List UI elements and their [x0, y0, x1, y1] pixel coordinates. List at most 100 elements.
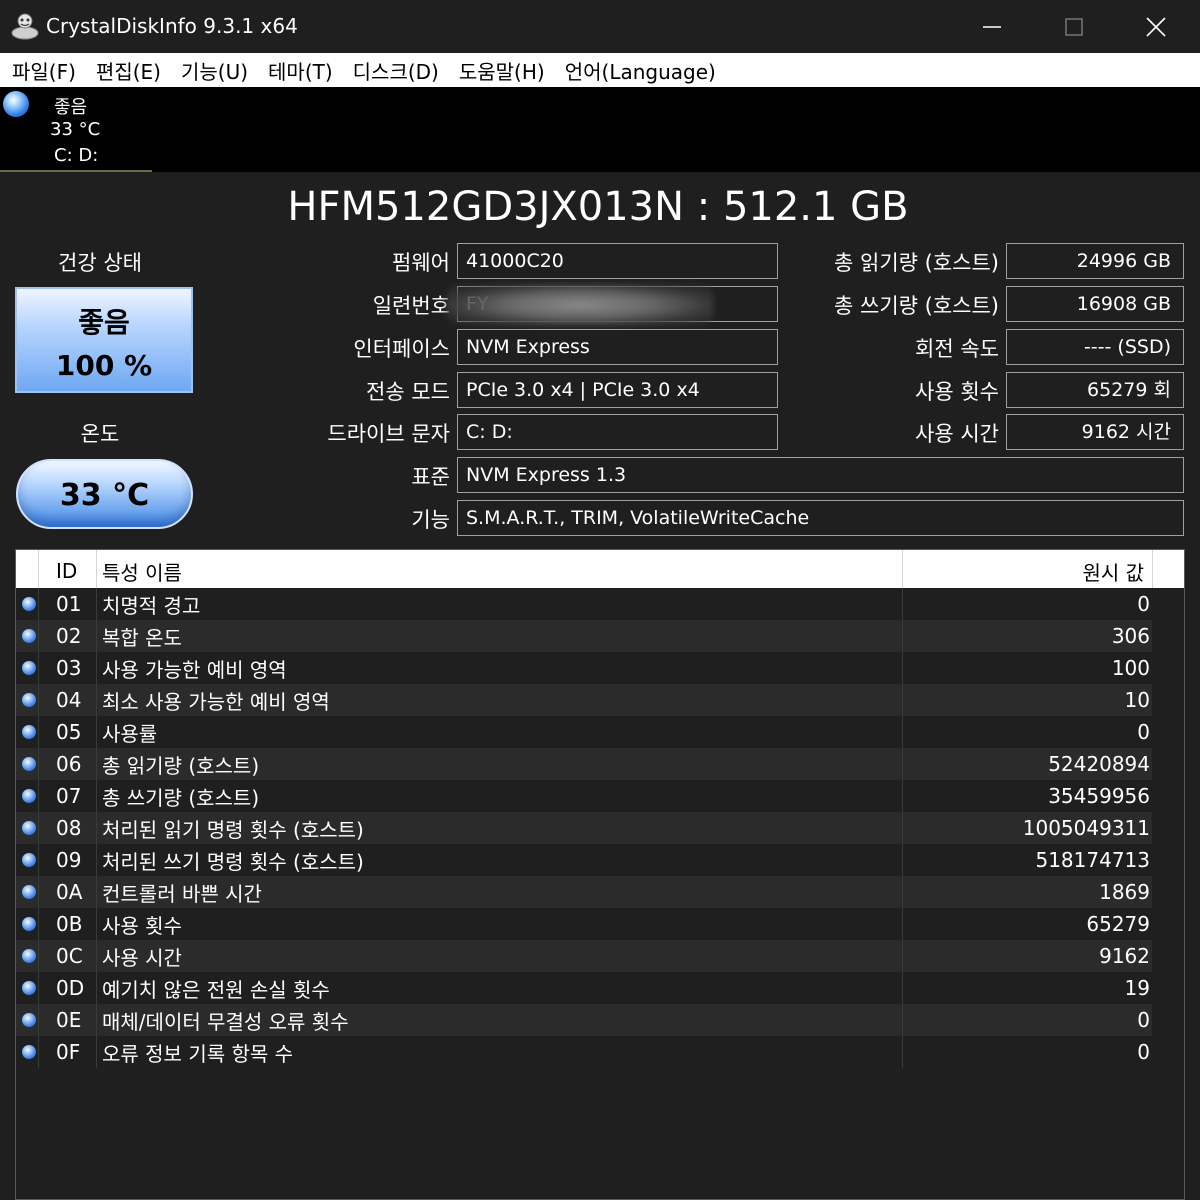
table-row[interactable]: 05 사용률 0 [16, 716, 1152, 748]
table-row[interactable]: 0A 컨트롤러 바쁜 시간 1869 [16, 876, 1152, 908]
table-row[interactable]: 06 총 읽기량 (호스트) 52420894 [16, 748, 1152, 780]
attribute-raw-value: 518174713 [1035, 848, 1150, 872]
drive-tab[interactable]: 좋음 33 °C C: D: [0, 87, 152, 172]
attribute-raw-value: 1869 [1099, 880, 1150, 904]
status-good-icon [22, 629, 36, 643]
table-row[interactable]: 0E 매체/데이터 무결성 오류 횟수 0 [16, 1004, 1152, 1036]
maximize-button[interactable] [1034, 0, 1114, 53]
drive-tab-temperature: 33 °C [50, 119, 101, 140]
status-good-icon [22, 917, 36, 931]
attribute-raw-value: 65279 [1086, 912, 1150, 936]
header-id[interactable]: ID [56, 559, 77, 583]
attribute-name: 예기치 않은 전원 손실 횟수 [102, 978, 330, 1002]
attribute-name: 총 쓰기량 (호스트) [102, 786, 260, 810]
minimize-icon [983, 25, 1001, 28]
close-icon [1146, 16, 1166, 37]
attribute-raw-value: 306 [1111, 624, 1150, 648]
table-row[interactable]: 0F 오류 정보 기록 항목 수 0 [16, 1036, 1152, 1068]
minimize-button[interactable] [952, 0, 1032, 53]
standard-value: NVM Express 1.3 [457, 457, 1184, 493]
attribute-raw-value: 10 [1124, 688, 1150, 712]
attribute-name: 처리된 쓰기 명령 횟수 (호스트) [102, 850, 364, 874]
table-row[interactable]: 02 복합 온도 306 [16, 620, 1152, 652]
status-good-icon [22, 597, 36, 611]
rotation-value: ---- (SSD) [1006, 329, 1184, 365]
menu-file[interactable]: 파일(F) [4, 56, 86, 85]
status-good-icon [22, 821, 36, 835]
attribute-id: 08 [56, 816, 82, 840]
status-good-icon [22, 949, 36, 963]
status-good-icon [22, 1045, 36, 1059]
attribute-id: 09 [56, 848, 82, 872]
smart-table[interactable]: ID 특성 이름 원시 값 01 치명적 경고 0 02 복합 온도 306 03 사용 가능… [15, 549, 1185, 1200]
attribute-name: 컨트롤러 바쁜 시간 [102, 882, 262, 906]
attribute-raw-value: 100 [1111, 656, 1150, 680]
menu-edit[interactable]: 편집(E) [86, 56, 171, 85]
smart-table-header: ID 특성 이름 원시 값 [16, 550, 1184, 588]
menu-bar: 파일(F) 편집(E) 기능(U) 테마(T) 디스크(D) 도움말(H) 언어… [0, 53, 1200, 87]
attribute-name: 사용률 [102, 722, 158, 746]
table-row[interactable]: 07 총 쓰기량 (호스트) 35459956 [16, 780, 1152, 812]
status-good-icon [3, 91, 29, 117]
status-good-icon [22, 789, 36, 803]
status-good-icon [22, 1013, 36, 1027]
table-row[interactable]: 0C 사용 시간 9162 [16, 940, 1152, 972]
features-value: S.M.A.R.T., TRIM, VolatileWriteCache [457, 500, 1184, 536]
menu-disk[interactable]: 디스크(D) [343, 56, 449, 85]
table-row[interactable]: 09 처리된 쓰기 명령 횟수 (호스트) 518174713 [16, 844, 1152, 876]
header-raw-value[interactable]: 원시 값 [1082, 557, 1144, 586]
health-status-box[interactable]: 좋음 100 % [15, 287, 193, 393]
table-row[interactable]: 01 치명적 경고 0 [16, 588, 1152, 620]
attribute-name: 총 읽기량 (호스트) [102, 754, 260, 778]
transfer-mode-value: PCIe 3.0 x4 | PCIe 3.0 x4 [457, 372, 778, 408]
attribute-id: 07 [56, 784, 82, 808]
temperature-box[interactable]: 33 °C [16, 459, 193, 529]
menu-help[interactable]: 도움말(H) [449, 56, 555, 85]
attribute-id: 05 [56, 720, 82, 744]
health-status-text: 좋음 [78, 306, 130, 339]
table-row[interactable]: 08 처리된 읽기 명령 횟수 (호스트) 1005049311 [16, 812, 1152, 844]
attribute-name: 사용 시간 [102, 946, 182, 970]
features-label: 기능 [411, 508, 450, 532]
attribute-raw-value: 0 [1137, 592, 1150, 616]
attribute-raw-value: 0 [1137, 1008, 1150, 1032]
transfer-mode-label: 전송 모드 [366, 380, 450, 404]
attribute-id: 04 [56, 688, 82, 712]
temperature-label: 온도 [80, 422, 120, 446]
attribute-id: 0A [56, 880, 83, 904]
power-hours-label: 사용 시간 [915, 422, 999, 446]
standard-label: 표준 [411, 465, 450, 489]
close-button[interactable] [1116, 0, 1196, 53]
attribute-name: 오류 정보 기록 항목 수 [102, 1042, 294, 1066]
menu-language[interactable]: 언어(Language) [555, 56, 726, 85]
menu-theme[interactable]: 테마(T) [258, 56, 343, 85]
attribute-id: 0C [56, 944, 83, 968]
host-writes-value: 16908 GB [1006, 286, 1184, 322]
status-good-icon [22, 853, 36, 867]
drive-model-title: HFM512GD3JX013N : 512.1 GB [287, 184, 909, 230]
drive-letter-value: C: D: [457, 414, 778, 450]
table-row[interactable]: 04 최소 사용 가능한 예비 영역 10 [16, 684, 1152, 716]
attribute-name: 복합 온도 [102, 626, 182, 650]
table-row[interactable]: 0D 예기치 않은 전원 손실 횟수 19 [16, 972, 1152, 1004]
attribute-raw-value: 0 [1137, 1040, 1150, 1064]
attribute-id: 0F [56, 1040, 81, 1064]
status-good-icon [22, 757, 36, 771]
status-good-icon [22, 885, 36, 899]
attribute-id: 02 [56, 624, 82, 648]
table-row[interactable]: 0B 사용 횟수 65279 [16, 908, 1152, 940]
rotation-label: 회전 속도 [915, 337, 999, 361]
app-icon [11, 13, 39, 40]
attribute-id: 03 [56, 656, 82, 680]
attribute-raw-value: 19 [1124, 976, 1150, 1000]
menu-function[interactable]: 기능(U) [171, 56, 258, 85]
host-reads-label: 총 읽기량 (호스트) [834, 251, 999, 275]
firmware-label: 펌웨어 [392, 251, 450, 275]
header-attribute-name[interactable]: 특성 이름 [102, 557, 182, 586]
table-row[interactable]: 03 사용 가능한 예비 영역 100 [16, 652, 1152, 684]
attribute-name: 매체/데이터 무결성 오류 횟수 [102, 1010, 349, 1034]
attribute-name: 사용 횟수 [102, 914, 182, 938]
drive-tab-status: 좋음 [54, 97, 88, 118]
health-label: 건강 상태 [58, 251, 142, 275]
attribute-raw-value: 1005049311 [1022, 816, 1150, 840]
